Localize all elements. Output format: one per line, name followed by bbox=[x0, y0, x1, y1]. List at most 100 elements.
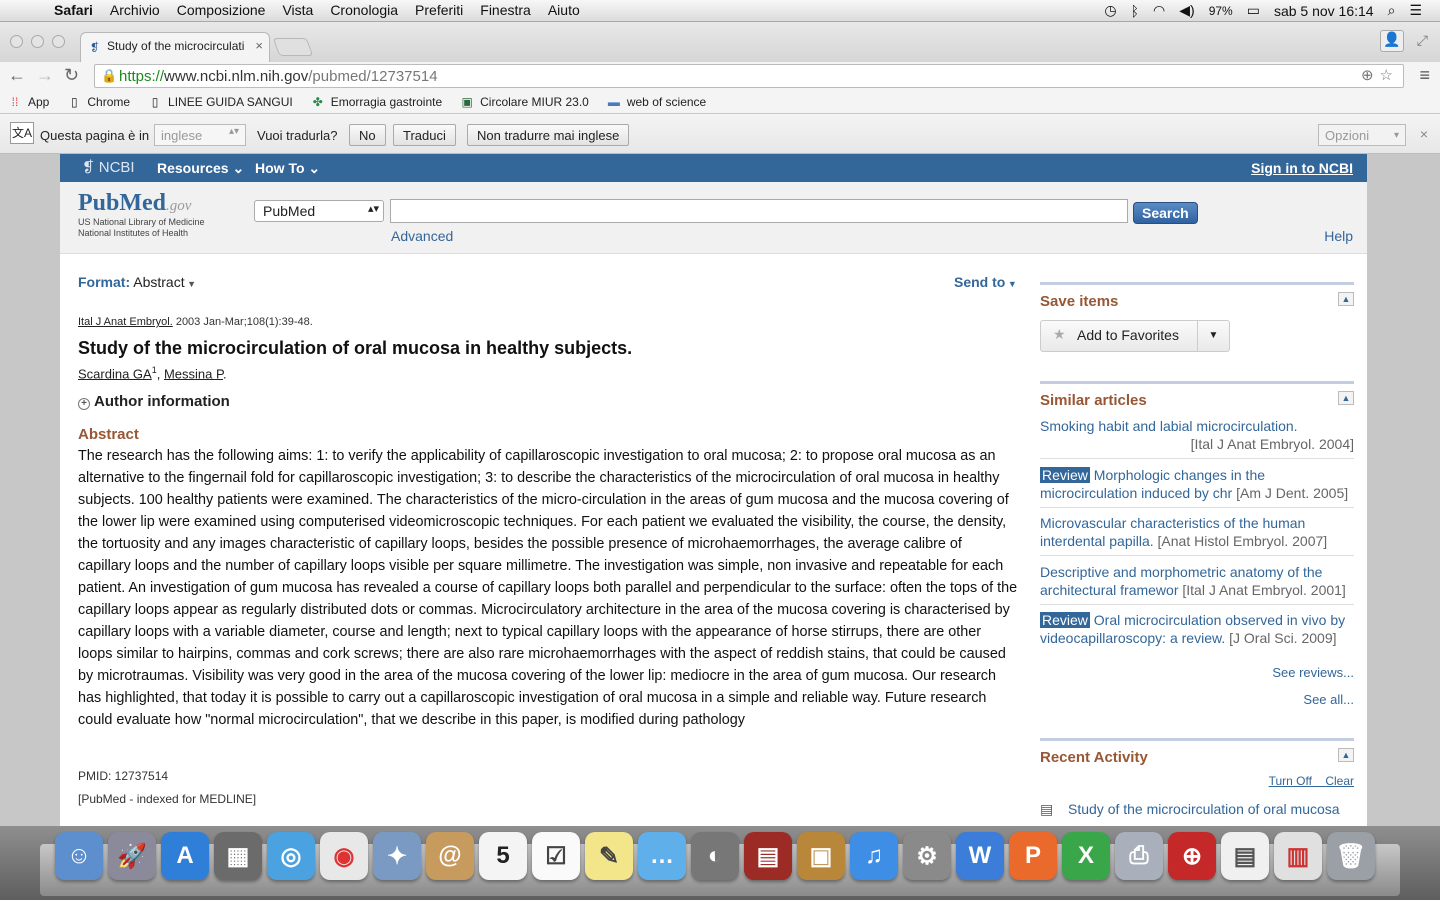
photo-slideshow-icon[interactable]: ▤ bbox=[744, 832, 792, 880]
lock-icon[interactable]: 🔒 bbox=[101, 68, 117, 84]
see-all-link[interactable]: See all... bbox=[1303, 692, 1354, 707]
safari-icon[interactable]: ◎ bbox=[267, 832, 315, 880]
printer-icon[interactable]: ⎙ bbox=[1115, 832, 1163, 880]
address-bar[interactable]: 🔒 https://www.ncbi.nlm.nih.gov/pubmed/12… bbox=[94, 64, 1404, 88]
menu-cronologia[interactable]: Cronologia bbox=[330, 2, 398, 18]
pubmed-logo[interactable]: PubMed.gov US National Library of Medici… bbox=[78, 190, 205, 239]
clear-link[interactable]: Clear bbox=[1325, 774, 1354, 788]
search-button[interactable]: Search bbox=[1133, 202, 1198, 224]
bookmark-apps[interactable]: ⁞⁞ App bbox=[8, 95, 50, 109]
advanced-link[interactable]: Advanced bbox=[391, 228, 453, 244]
notes-icon[interactable]: ✎ bbox=[585, 832, 633, 880]
chrome-menu-icon[interactable]: ≡ bbox=[1419, 65, 1430, 86]
minimize-window-button[interactable] bbox=[31, 35, 44, 48]
no-button[interactable]: No bbox=[349, 124, 386, 146]
back-icon[interactable]: ← bbox=[8, 65, 26, 86]
clock[interactable]: sab 5 nov 16:14 bbox=[1274, 3, 1374, 19]
chevron-down-icon[interactable]: ▼ bbox=[1197, 321, 1229, 351]
bookmark-circolare[interactable]: ▣ Circolare MIUR 23.0 bbox=[460, 95, 588, 109]
close-window-button[interactable] bbox=[10, 35, 23, 48]
battery-percent[interactable]: 97% bbox=[1209, 4, 1233, 18]
battery-icon[interactable]: ▭ bbox=[1247, 2, 1260, 19]
collapse-icon[interactable]: ▲ bbox=[1338, 391, 1354, 405]
menu-vista[interactable]: Vista bbox=[282, 2, 313, 18]
collapse-icon[interactable]: ▲ bbox=[1338, 748, 1354, 762]
notification-center-icon[interactable]: ☰ bbox=[1409, 2, 1422, 19]
preview-doc-icon[interactable]: ▥ bbox=[1274, 832, 1322, 880]
collapse-icon[interactable]: ▲ bbox=[1338, 292, 1354, 306]
search-input[interactable] bbox=[390, 199, 1128, 223]
bookmark-web-of-science[interactable]: ▬ web of science bbox=[607, 95, 706, 109]
author-info-toggle[interactable]: + Author information bbox=[78, 393, 230, 410]
bookmark-linee-guida[interactable]: ▯ LINEE GUIDA SANGUI bbox=[148, 95, 293, 109]
author-link[interactable]: Messina P bbox=[164, 366, 223, 381]
spotlight-icon[interactable]: ⌕ bbox=[1388, 2, 1396, 19]
author-link[interactable]: Scardina GA bbox=[78, 366, 152, 381]
time-machine-icon[interactable]: ◷ bbox=[1104, 2, 1116, 19]
itunes-icon[interactable]: ♫ bbox=[850, 832, 898, 880]
iphoto-icon[interactable]: ▣ bbox=[797, 832, 845, 880]
journal-link[interactable]: Ital J Anat Embryol. bbox=[78, 316, 173, 328]
howto-menu[interactable]: How To ⌄ bbox=[255, 160, 320, 177]
wifi-icon[interactable]: ◠ bbox=[1153, 2, 1165, 19]
help-link[interactable]: Help bbox=[1324, 228, 1353, 244]
add-to-favorites-button[interactable]: ★ Add to Favorites ▼ bbox=[1040, 320, 1230, 352]
ncbi-logo[interactable]: ❡ NCBI bbox=[82, 158, 135, 176]
never-translate-button[interactable]: Non tradurre mai inglese bbox=[467, 124, 630, 146]
reload-icon[interactable]: ↻ bbox=[64, 65, 79, 86]
new-tab-button[interactable] bbox=[272, 38, 314, 56]
finder-icon[interactable]: ☺ bbox=[55, 832, 103, 880]
menu-archivio[interactable]: Archivio bbox=[110, 2, 160, 18]
similar-article-item[interactable]: Descriptive and morphometric anatomy of … bbox=[1040, 563, 1354, 605]
photo-booth-icon[interactable]: ▦ bbox=[214, 832, 262, 880]
language-select[interactable]: inglese ▴▾ bbox=[154, 124, 246, 146]
launchpad-icon[interactable]: 🚀 bbox=[108, 832, 156, 880]
similar-article-item[interactable]: Microvascular characteristics of the hum… bbox=[1040, 514, 1354, 556]
resources-menu[interactable]: Resources ⌄ bbox=[157, 160, 244, 177]
menu-preferiti[interactable]: Preferiti bbox=[415, 2, 463, 18]
bluetooth-icon[interactable]: ᛒ bbox=[1131, 3, 1139, 19]
forward-icon[interactable]: → bbox=[36, 65, 54, 86]
similar-article-item[interactable]: Review Oral microcirculation observed in… bbox=[1040, 611, 1354, 647]
sign-in-link[interactable]: Sign in to NCBI bbox=[1251, 160, 1353, 176]
chrome-icon[interactable]: ◉ bbox=[320, 832, 368, 880]
zoom-icon[interactable]: ⊕ bbox=[1361, 67, 1380, 84]
database-select[interactable]: PubMed ▴▾ bbox=[254, 200, 384, 222]
messages-icon[interactable]: … bbox=[638, 832, 686, 880]
profile-icon[interactable]: 👤 bbox=[1380, 30, 1404, 52]
trash-icon[interactable]: 🗑 bbox=[1327, 832, 1375, 880]
see-reviews-link[interactable]: See reviews... bbox=[1272, 665, 1354, 680]
menu-finestra[interactable]: Finestra bbox=[480, 2, 531, 18]
options-select[interactable]: Opzioni ▾ bbox=[1318, 124, 1406, 146]
bookmark-star-icon[interactable]: ☆ bbox=[1380, 67, 1399, 84]
menu-composizione[interactable]: Composizione bbox=[177, 2, 266, 18]
close-icon[interactable]: × bbox=[1420, 126, 1428, 142]
volume-icon[interactable]: ◀) bbox=[1179, 2, 1194, 19]
turn-off-link[interactable]: Turn Off bbox=[1269, 774, 1312, 788]
menu-aiuto[interactable]: Aiuto bbox=[548, 2, 580, 18]
recent-activity-item[interactable]: ▤ Study of the microcirculation of oral m… bbox=[1040, 801, 1340, 817]
bookmark-emorragia[interactable]: ✤ Emorragia gastrointe bbox=[311, 95, 442, 109]
send-to-menu[interactable]: Send to ▼ bbox=[954, 274, 1017, 290]
translate-button[interactable]: Traduci bbox=[393, 124, 456, 146]
globe-icon[interactable]: ⊕ bbox=[1168, 832, 1216, 880]
menu-safari[interactable]: Safari bbox=[54, 2, 93, 18]
zoom-window-button[interactable] bbox=[52, 35, 65, 48]
document-icon[interactable]: ▤ bbox=[1221, 832, 1269, 880]
fullscreen-icon[interactable]: ⤢ bbox=[1417, 32, 1428, 49]
similar-article-item[interactable]: Smoking habit and labial microcirculatio… bbox=[1040, 417, 1354, 459]
app-store-icon[interactable]: A bbox=[161, 832, 209, 880]
facetime-icon[interactable]: ◐ bbox=[691, 832, 739, 880]
tab-active[interactable]: ❡ Study of the microcirculati × bbox=[80, 32, 270, 62]
similar-article-item[interactable]: Review Morphologic changes in the microc… bbox=[1040, 466, 1354, 508]
contacts-icon[interactable]: @ bbox=[426, 832, 474, 880]
word-icon[interactable]: W bbox=[956, 832, 1004, 880]
powerpoint-icon[interactable]: P bbox=[1009, 832, 1057, 880]
preview-icon[interactable]: ✦ bbox=[373, 832, 421, 880]
system-preferences-icon[interactable]: ⚙ bbox=[903, 832, 951, 880]
calendar-icon[interactable]: 5 bbox=[479, 832, 527, 880]
bookmark-chrome[interactable]: ▯ Chrome bbox=[67, 95, 130, 109]
close-tab-icon[interactable]: × bbox=[255, 38, 263, 53]
excel-icon[interactable]: X bbox=[1062, 832, 1110, 880]
format-selector[interactable]: Format: Abstract ▼ bbox=[78, 274, 196, 290]
